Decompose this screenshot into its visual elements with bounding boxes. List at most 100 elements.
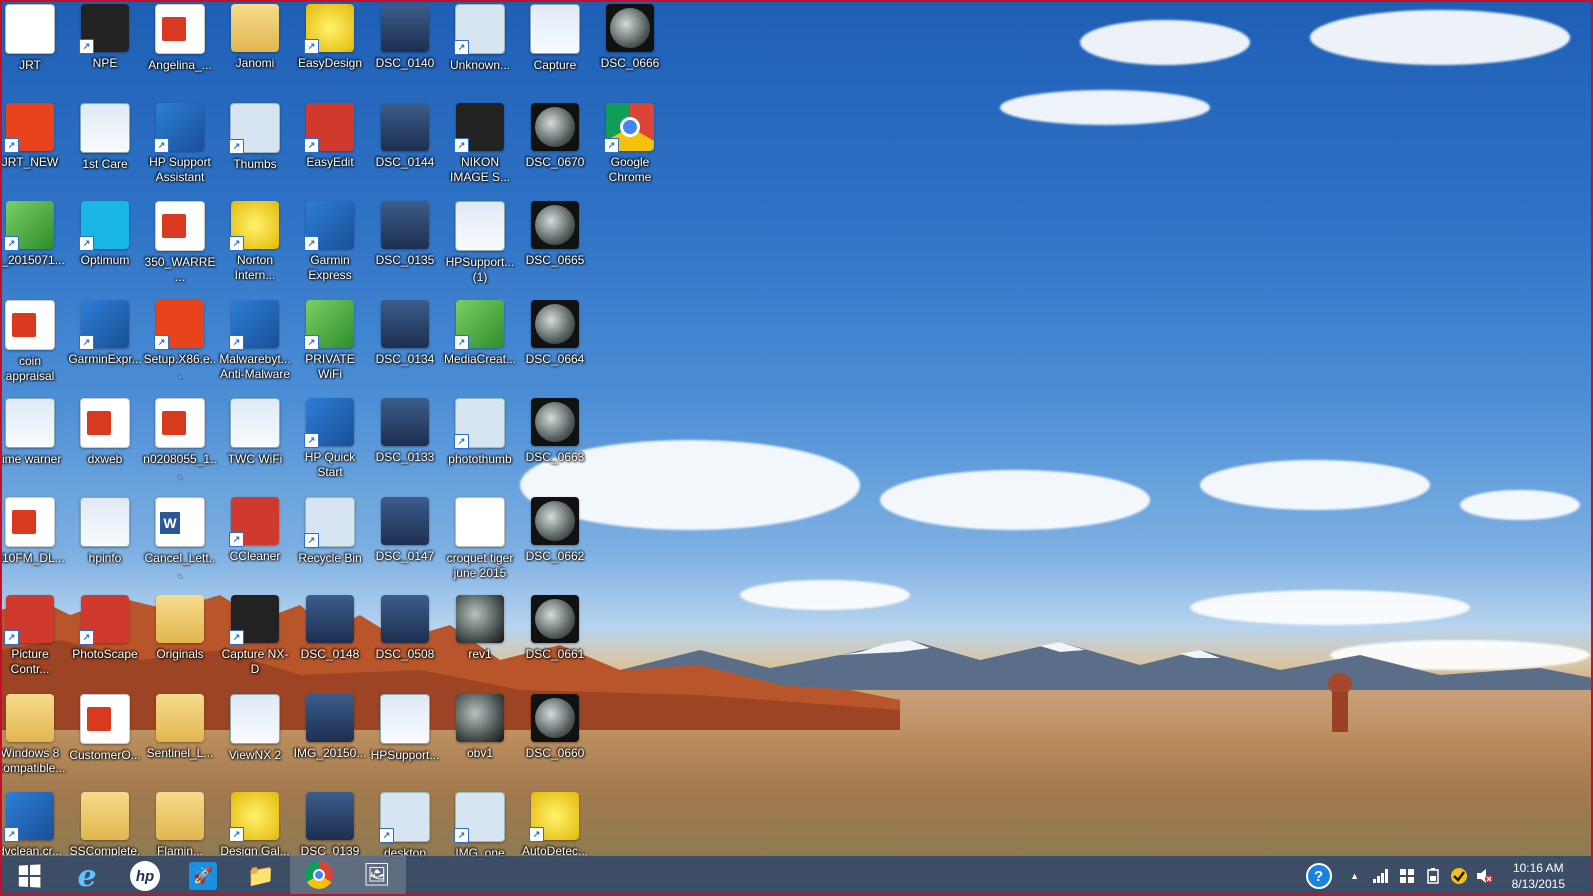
file-explorer-button[interactable]: 📁 <box>232 856 290 896</box>
start-button[interactable] <box>0 856 58 896</box>
desktop-icon[interactable]: Sentinel_L... <box>142 692 218 788</box>
desktop-icon-label: HPSupport... <box>370 747 440 762</box>
action-center-flag-icon[interactable] <box>1396 865 1418 887</box>
easy-app-icon: ↗ <box>304 4 354 54</box>
desktop-icon[interactable]: ↗ photothumb <box>442 396 518 492</box>
desktop-icon[interactable]: DSC_0662 <box>517 495 593 591</box>
desktop-icon[interactable]: ↗ Norton Intern... <box>217 199 293 295</box>
coin-image-icon <box>531 201 579 249</box>
desktop-icon-label: Angelina_... <box>148 58 212 72</box>
desktop-icon[interactable]: HPSupport... <box>367 692 443 788</box>
desktop-icon[interactable]: JRT <box>0 2 68 98</box>
desktop-icon[interactable]: HPSupport... (1) <box>442 199 518 295</box>
desktop-icon[interactable]: DSC_0660 <box>517 692 593 788</box>
desktop-icon[interactable]: DSC_0144 <box>367 101 443 197</box>
desktop-icon[interactable]: Originals <box>142 593 218 689</box>
pdf-document-icon <box>155 201 205 251</box>
help-icon[interactable]: ? <box>1305 863 1332 889</box>
desktop-icon[interactable]: ↗ NIKON IMAGE S... <box>442 101 518 197</box>
desktop-icon[interactable]: DSC_0665 <box>517 199 593 295</box>
desktop-icon[interactable]: ↗ EasyEdit <box>292 101 368 197</box>
desktop-icon[interactable]: ↗ Unknown... <box>442 2 518 98</box>
norton-check-icon[interactable] <box>1448 865 1470 887</box>
desktop-icon[interactable]: Windows 8 Compatible... <box>0 692 68 788</box>
show-hidden-icons-button[interactable]: ▲ <box>1344 865 1366 887</box>
desktop-icon-label: DSC_0135 <box>375 253 435 267</box>
desktop-icon[interactable]: ↗ NPE <box>67 2 143 98</box>
desktop-icon[interactable]: ↗ Malwarebyt... Anti-Malware <box>217 298 293 394</box>
desktop-icon[interactable]: DSC_0508 <box>367 593 443 689</box>
system-clock[interactable]: 10:16 AM 8/13/2015 <box>1512 860 1565 892</box>
volume-muted-icon[interactable] <box>1474 865 1496 887</box>
desktop-icon[interactable]: DSC_0147 <box>367 495 443 591</box>
desktop-icon[interactable]: time warner <box>0 396 68 492</box>
desktop-icon[interactable]: ↗ EasyDesign <box>292 2 368 98</box>
network-signal-icon[interactable] <box>1370 865 1392 887</box>
desktop-icon[interactable]: 350_WARRE... <box>142 199 218 295</box>
desktop-icon-label: obv1 <box>466 745 494 760</box>
desktop-icon[interactable]: ↗ HP Quick Start <box>292 396 368 492</box>
desktop-icon[interactable]: dxweb <box>67 396 143 492</box>
desktop-icon[interactable]: DSC_0140 <box>367 2 443 98</box>
photo-viewer-button[interactable]: 🖼 <box>348 856 406 896</box>
desktop-icon[interactable]: TWC WiFi <box>217 396 293 492</box>
viewnx-app-icon <box>230 693 280 744</box>
malwarebytes-app-icon: ↗ <box>229 299 279 350</box>
desktop-icon[interactable]: rev1 <box>442 593 518 689</box>
shortcut-arrow-icon: ↗ <box>229 630 244 645</box>
chrome-button[interactable] <box>290 856 348 896</box>
desktop-icon[interactable]: ↗ Optimum <box>67 199 143 295</box>
desktop-icon[interactable]: DSC_0148 <box>292 593 368 689</box>
pdf-document-icon <box>80 398 130 448</box>
desktop-icon[interactable]: ↗ Capture NX-D <box>217 593 293 689</box>
desktop-icon[interactable]: DSC_0664 <box>517 298 593 394</box>
desktop-icon[interactable]: ↗ PhotoScape <box>67 593 143 689</box>
desktop-icon-label: ViewNX 2 <box>228 747 282 762</box>
desktop-icon[interactable]: Janomi <box>217 2 293 98</box>
desktop-icon[interactable]: ↗ Recycle Bin <box>292 495 368 591</box>
desktop-icon[interactable]: IMG_20150... <box>292 692 368 788</box>
desktop-icon[interactable]: ↗ c_2015071... <box>0 199 68 295</box>
desktop-icon[interactable]: ↗ PRIVATE WiFi <box>292 298 368 394</box>
hp-quick-start-button[interactable]: 🚀 <box>174 856 232 896</box>
desktop-icon[interactable]: DSC_0670 <box>517 101 593 197</box>
desktop-icon[interactable]: ViewNX 2 <box>217 692 293 788</box>
coin-image-icon <box>456 693 504 742</box>
desktop-icon[interactable]: Angelina_... <box>142 2 218 98</box>
desktop-icon[interactable]: DSC_0661 <box>517 593 593 689</box>
desktop-icon[interactable]: Capture <box>517 2 593 98</box>
desktop-icon[interactable]: CustomerO... <box>67 692 143 788</box>
desktop-icon[interactable]: ↗ Garmin Express <box>292 199 368 295</box>
desktop-icon[interactable]: ↗ Thumbs <box>217 101 293 197</box>
desktop-icon-label: Recycle Bin <box>298 550 362 565</box>
desktop-icon[interactable]: ↗ JRT_NEW <box>0 101 68 197</box>
desktop-icon-label: HPSupport... (1) <box>445 255 515 284</box>
desktop-icon-label: MediaCreat... <box>443 351 517 366</box>
desktop-icon-label: NIKON IMAGE S... <box>449 154 510 184</box>
desktop-icon[interactable]: ↗ HP Support Assistant <box>142 101 218 197</box>
desktop-icon[interactable]: DSC_0666 <box>592 2 668 98</box>
desktop-icon[interactable]: n0208055_1... <box>142 396 218 492</box>
desktop-icon[interactable]: hpinfo <box>67 495 143 591</box>
rocket-icon: 🚀 <box>189 862 217 890</box>
desktop-icon[interactable]: ↗ GarminExpr... <box>67 298 143 394</box>
desktop-icon[interactable]: DSC_0134 <box>367 298 443 394</box>
desktop-icon[interactable]: DSC_0135 <box>367 199 443 295</box>
desktop-icon[interactable]: ↗ CCleaner <box>217 495 293 591</box>
desktop-icon[interactable]: 810FM_DL... <box>0 495 68 591</box>
desktop-icon[interactable]: ↗ Picture Contr... <box>0 593 68 689</box>
ccleaner-app-icon: ↗ <box>229 496 279 547</box>
internet-explorer-button[interactable]: e <box>58 856 116 896</box>
desktop-icon[interactable]: DSC_0133 <box>367 396 443 492</box>
battery-icon[interactable] <box>1422 865 1444 887</box>
desktop-icon[interactable]: ↗ Google Chrome <box>592 101 668 197</box>
desktop-icon[interactable]: croquet tiger june 2015 <box>442 495 518 591</box>
desktop-icon[interactable]: DSC_0663 <box>517 396 593 492</box>
desktop-icon[interactable]: obv1 <box>442 692 518 788</box>
hp-button[interactable]: hp <box>116 856 174 896</box>
desktop-icon[interactable]: ↗ Setup.X86.e... <box>142 298 218 394</box>
desktop-icon[interactable]: 1st Care <box>67 101 143 197</box>
desktop-icon[interactable]: Cancel_Lett... <box>142 495 218 591</box>
desktop-icon[interactable]: ↗ MediaCreat... <box>442 298 518 394</box>
desktop-icon[interactable]: coin appraisal <box>0 298 68 394</box>
